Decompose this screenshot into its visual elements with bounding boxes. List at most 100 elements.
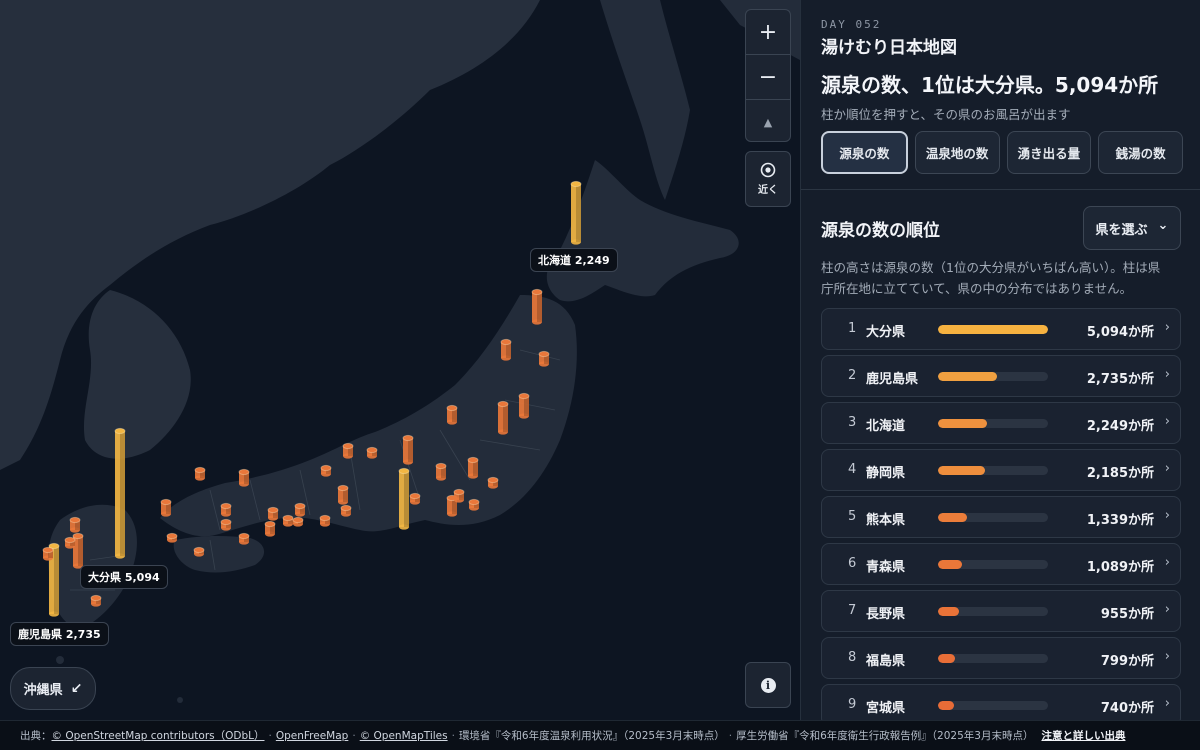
zoom-out-button[interactable]: − — [746, 55, 790, 100]
rank-number: 4 — [848, 462, 857, 477]
pillar-shizuoka[interactable] — [398, 467, 410, 530]
pillar-okinawa-side[interactable] — [42, 546, 54, 561]
pillar-aomori[interactable] — [531, 288, 543, 325]
pillar-tottori[interactable] — [238, 468, 250, 487]
value-bar-track — [938, 513, 1048, 522]
value-bar-fill — [938, 513, 967, 522]
pillar-toyama[interactable] — [366, 446, 378, 459]
pillar-miyagi[interactable] — [497, 400, 509, 435]
pillar-nagasaki[interactable] — [64, 536, 76, 549]
value-bar-track — [938, 701, 1048, 710]
value-bar-fill — [938, 607, 959, 616]
chevron-right-icon: › — [1164, 508, 1170, 523]
link-openmaptiles[interactable]: © OpenMapTiles — [360, 730, 448, 742]
pillar-hokkaido[interactable] — [570, 180, 582, 245]
locate-nearby-button[interactable]: 近く — [745, 151, 791, 207]
pillar-shimane[interactable] — [194, 466, 206, 481]
ranking-row[interactable]: 2 鹿児島県 2,735か所 › — [821, 355, 1181, 397]
pillar-gunma[interactable] — [435, 462, 447, 481]
count-value: 2,249か所 — [1086, 419, 1154, 434]
pillar-yamagata[interactable] — [446, 404, 458, 425]
pillar-kochi[interactable] — [238, 532, 250, 545]
ranking-row[interactable]: 3 北海道 2,249か所 › — [821, 402, 1181, 444]
ranking-row[interactable]: 5 熊本県 1,339か所 › — [821, 496, 1181, 538]
pillars-layer[interactable] — [0, 0, 800, 720]
ranking-row[interactable]: 1 大分県 5,094か所 › — [821, 308, 1181, 350]
pillar-oita[interactable] — [114, 427, 126, 559]
ranking-row[interactable]: 7 長野県 955か所 › — [821, 590, 1181, 632]
prefecture-name: 長野県 — [866, 607, 906, 622]
pillar-tochigi[interactable] — [487, 476, 499, 489]
count-value: 799か所 — [1100, 654, 1154, 669]
pillar-miyazaki[interactable] — [90, 594, 102, 607]
side-panel: DAY 052 湯けむり日本地図 源泉の数、1位は大分県。5,094か所 柱か順… — [800, 0, 1200, 720]
metric-tabs: 源泉の数 温泉地の数 湧き出る量 銭湯の数 — [821, 131, 1183, 174]
footer-sep: · — [728, 729, 733, 742]
pillar-osaka[interactable] — [319, 514, 331, 527]
pillar-saga[interactable] — [193, 546, 205, 557]
map-view[interactable]: 北海道 2,249 大分県 5,094 鹿児島県 2,735 + − ▲ 近く … — [0, 0, 800, 720]
value-bar-fill — [938, 701, 954, 710]
tab-sento[interactable]: 銭湯の数 — [1098, 131, 1183, 174]
chevron-right-icon: › — [1164, 602, 1170, 617]
prefecture-select[interactable]: 県を選ぶ ⌄ — [1083, 206, 1181, 250]
pillar-ishikawa[interactable] — [342, 442, 354, 459]
tab-sources[interactable]: 源泉の数 — [821, 131, 908, 174]
count-value: 955か所 — [1100, 607, 1154, 622]
pillar-yamaguchi[interactable] — [160, 498, 172, 517]
compass-button[interactable]: ▲ — [746, 100, 790, 144]
prefecture-name: 熊本県 — [866, 513, 906, 528]
pillar-okayama[interactable] — [267, 506, 279, 521]
pillar-fukushima[interactable] — [518, 392, 530, 419]
info-button[interactable]: i — [745, 662, 791, 708]
tab-onsen-areas[interactable]: 温泉地の数 — [914, 131, 1000, 174]
value-bar-track — [938, 419, 1048, 428]
ranking-row[interactable]: 8 福島県 799か所 › — [821, 637, 1181, 679]
pillar-fukuoka[interactable] — [69, 516, 81, 533]
pillar-fukui[interactable] — [320, 464, 332, 477]
pillar-kyoto[interactable] — [340, 504, 352, 517]
pillar-iwate[interactable] — [500, 338, 512, 361]
link-notes-sources[interactable]: 注意と詳しい出典 — [1041, 728, 1125, 743]
footer-sep: · — [451, 729, 455, 742]
footer-prefix: 出典： — [20, 730, 52, 742]
pillar-kagawa[interactable] — [292, 516, 304, 527]
value-bar-track — [938, 372, 1048, 381]
ranking-row[interactable]: 4 静岡県 2,185か所 › — [821, 449, 1181, 491]
rank-number: 1 — [848, 321, 857, 336]
pillar-akita[interactable] — [538, 350, 550, 367]
pillar-niigata[interactable] — [467, 456, 479, 479]
pillar-gifu[interactable] — [337, 484, 349, 505]
map-label-hokkaido[interactable]: 北海道 2,249 — [530, 248, 618, 272]
pillar-nagano[interactable] — [402, 434, 414, 465]
pillar-yamanashi[interactable] — [409, 492, 421, 505]
map-label-oita[interactable]: 大分県 5,094 — [80, 565, 168, 589]
pillar-chiba[interactable] — [468, 498, 480, 511]
value-bar-track — [938, 654, 1048, 663]
pillar-ehime[interactable] — [220, 518, 232, 531]
pillar-nara[interactable] — [282, 514, 294, 527]
pillar-hyogo[interactable] — [294, 502, 306, 517]
pillar-hiroshima[interactable] — [220, 502, 232, 517]
pillar-wakayama[interactable] — [264, 520, 276, 537]
value-bar-track — [938, 607, 1048, 616]
link-openfreemap[interactable]: OpenFreeMap — [276, 730, 349, 742]
count-value: 1,339か所 — [1086, 513, 1154, 528]
zoom-in-button[interactable]: + — [746, 10, 790, 55]
tab-flow-volume[interactable]: 湧き出る量 — [1006, 131, 1092, 174]
chevron-right-icon: › — [1164, 649, 1170, 664]
day-label: DAY 052 — [821, 18, 882, 31]
ranking-row[interactable]: 9 宮城県 740か所 › — [821, 684, 1181, 720]
footer-sep: · — [352, 729, 356, 742]
map-label-kagoshima[interactable]: 鹿児島県 2,735 — [10, 622, 109, 646]
pillar-tokushima[interactable] — [166, 532, 178, 543]
okinawa-button[interactable]: 沖縄県 ↙ — [10, 667, 96, 710]
link-osm[interactable]: © OpenStreetMap contributors（ODbL） — [52, 728, 265, 743]
ranking-row[interactable]: 6 青森県 1,089か所 › — [821, 543, 1181, 585]
rank-number: 2 — [848, 368, 857, 383]
info-icon: i — [760, 677, 776, 693]
pillar-tokyo[interactable] — [453, 488, 465, 503]
chevron-right-icon: › — [1164, 461, 1170, 476]
chevron-right-icon: › — [1164, 696, 1170, 711]
chevron-right-icon: › — [1164, 555, 1170, 570]
